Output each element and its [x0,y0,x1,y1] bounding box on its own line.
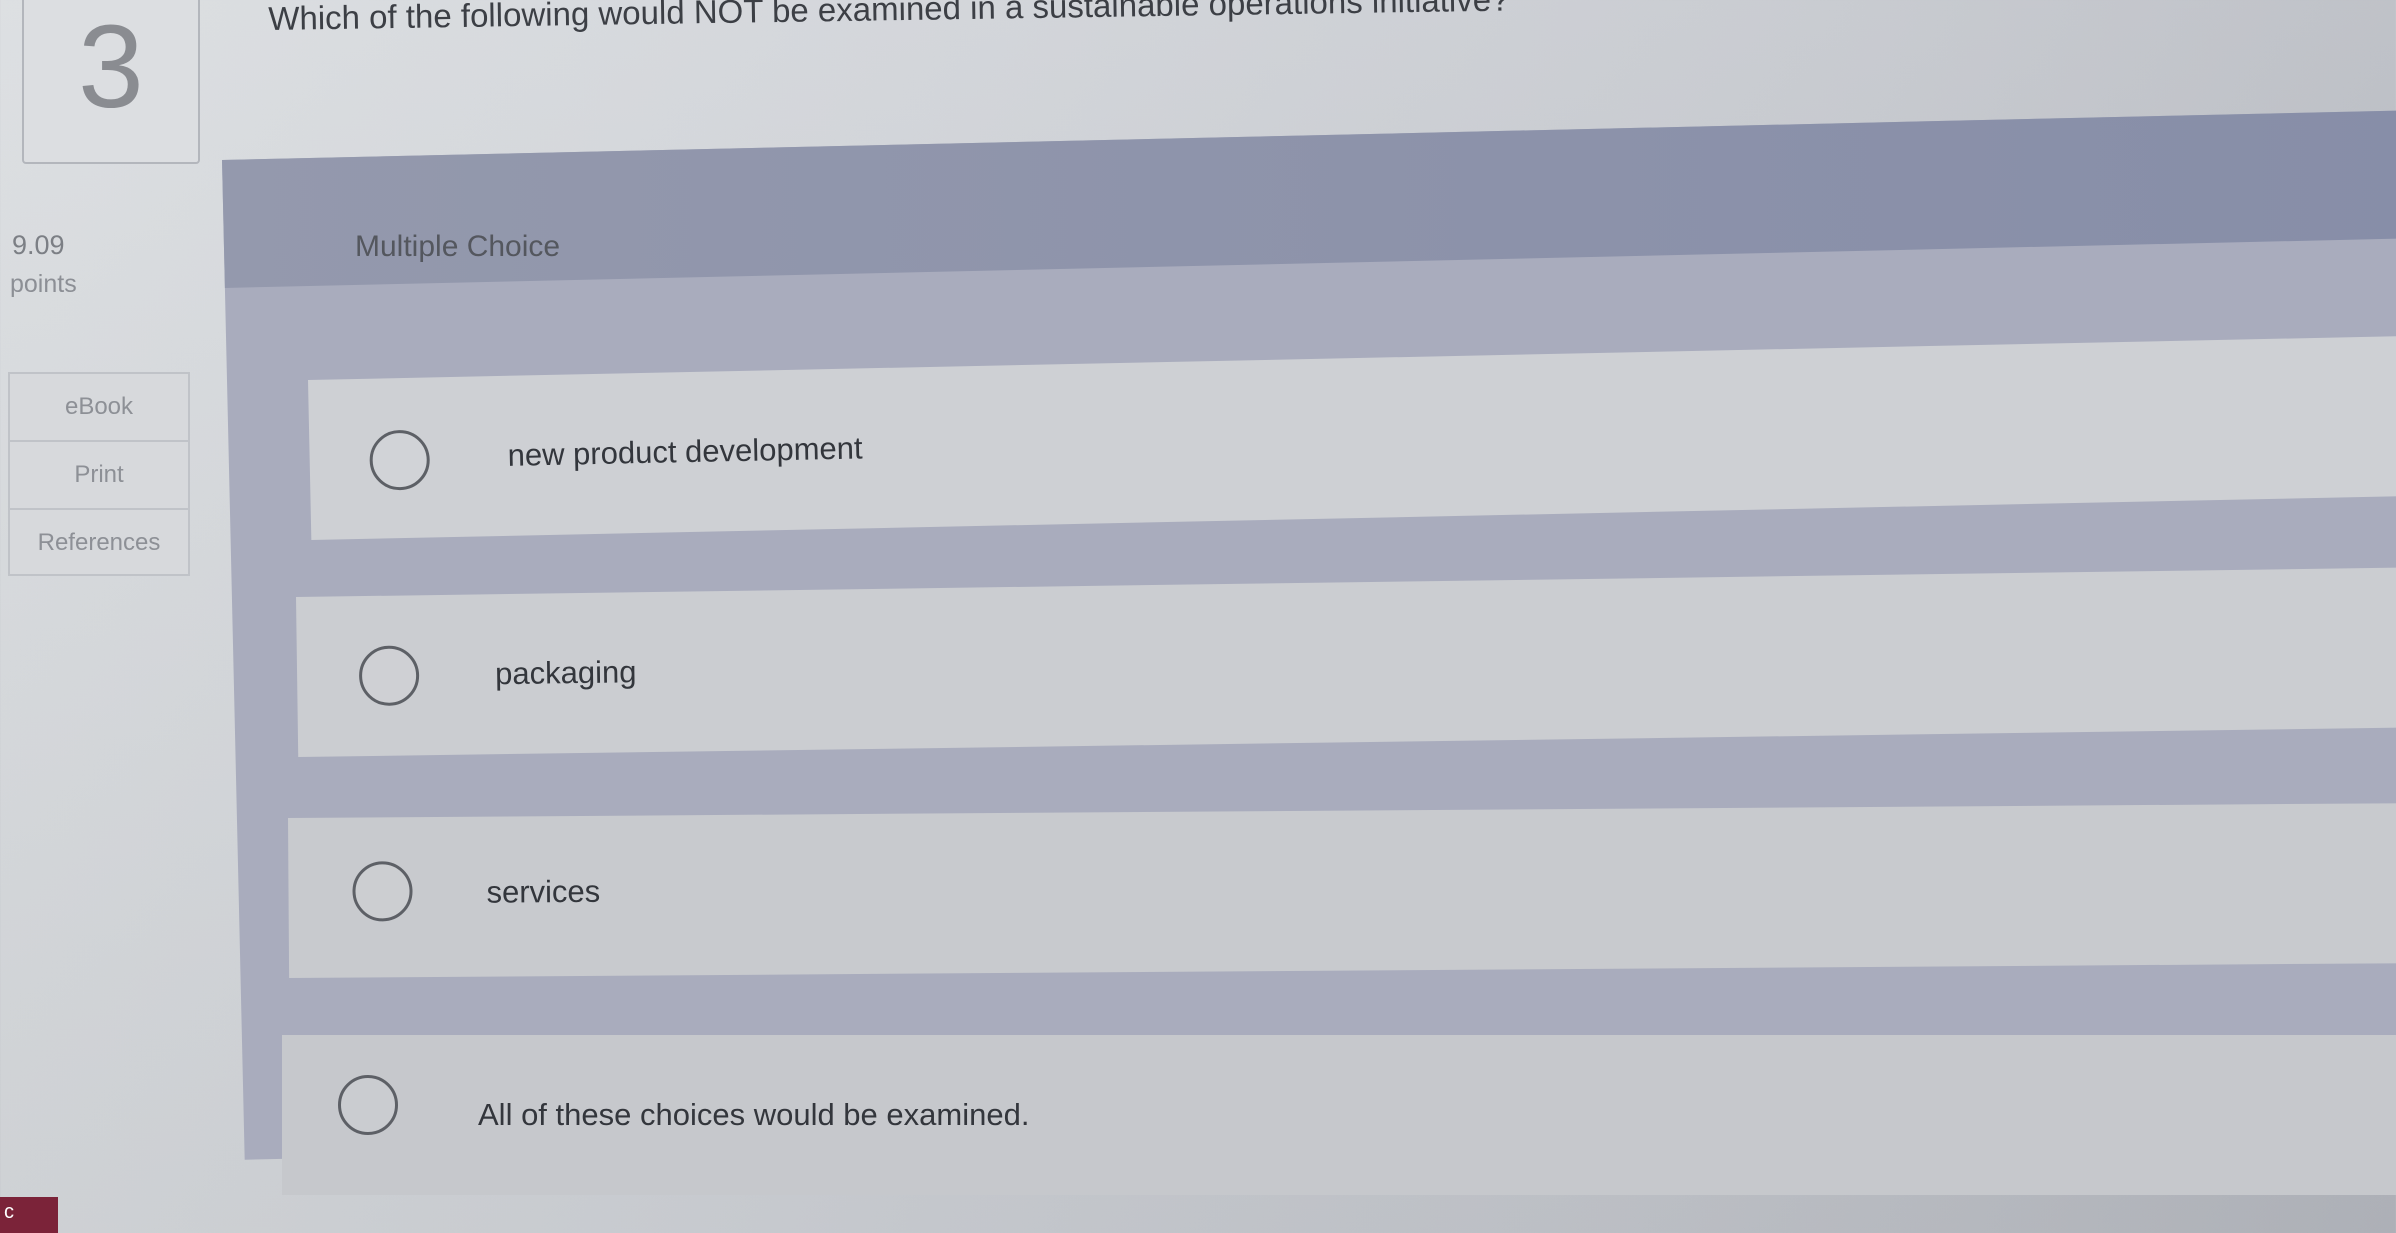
question-number: 3 [78,1,144,133]
option-4-radio[interactable] [338,1075,398,1135]
option-2-label[interactable]: packaging [495,654,637,692]
option-1-radio[interactable] [369,429,431,491]
option-3[interactable]: services [288,803,2396,978]
question-number-box: 3 [22,0,200,164]
points-label: points [10,270,77,298]
option-2-radio[interactable] [358,645,420,707]
option-4-label[interactable]: All of these choices would be examined. [478,1097,1029,1133]
option-3-radio[interactable] [352,861,413,922]
ebook-button[interactable]: eBook [8,372,190,440]
corner-tab[interactable]: c [0,1197,58,1233]
option-1-label[interactable]: new product development [507,430,863,473]
print-button[interactable]: Print [8,440,190,508]
option-4[interactable]: All of these choices would be examined. [282,1035,2396,1195]
references-button[interactable]: References [8,508,190,576]
option-2[interactable]: packaging [296,567,2396,757]
question-tools: eBook Print References [8,372,190,576]
points-value: 9.09 [12,230,65,260]
question-type-label: Multiple Choice [355,230,561,263]
option-3-label[interactable]: services [486,874,600,911]
question-text: Which of the following would NOT be exam… [268,0,1510,37]
